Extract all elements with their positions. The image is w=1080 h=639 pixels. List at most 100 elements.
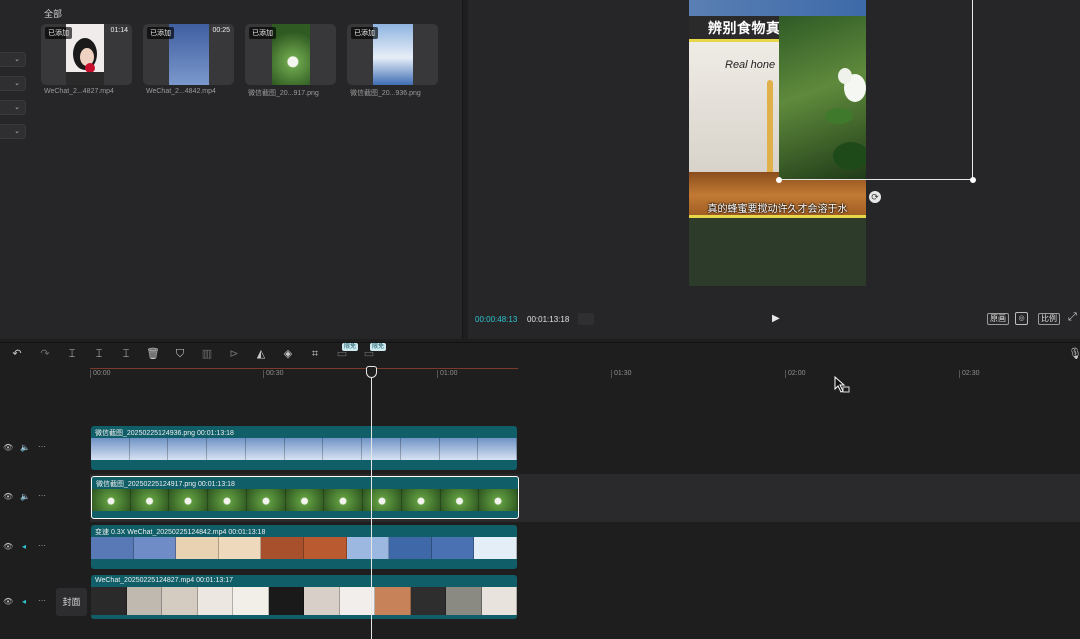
ruler-tick-label: 00:30 bbox=[266, 370, 284, 377]
more-icon[interactable]: ··· bbox=[38, 491, 46, 500]
added-badge: 已添加 bbox=[45, 27, 72, 39]
eye-icon[interactable]: 👁 bbox=[3, 443, 13, 452]
media-thumbnail bbox=[373, 24, 413, 85]
media-thumbnail bbox=[169, 24, 209, 85]
rotate-icon[interactable]: ⟳ bbox=[869, 191, 881, 203]
media-name-2: WeChat_2...4842.mp4 bbox=[146, 88, 216, 95]
quality-button[interactable]: 原画 bbox=[987, 313, 1009, 325]
media-card-4[interactable]: 已添加 bbox=[347, 24, 438, 85]
ruler-tick-label: 00:00 bbox=[93, 370, 111, 377]
ruler-tick bbox=[263, 370, 264, 378]
freeze-icon[interactable]: ▥ bbox=[200, 347, 214, 361]
total-time: 00:01:13:18 bbox=[527, 315, 570, 324]
filter-dropdown-1[interactable]: ⌄ bbox=[0, 52, 26, 67]
frame-subtitle: 真的蜂蜜要搅动许久才会溶于水 bbox=[707, 204, 848, 215]
ruler-tick bbox=[611, 370, 612, 378]
selection-box[interactable] bbox=[779, 0, 973, 180]
media-section-title: 全部 bbox=[44, 9, 63, 19]
frame-overlay-text: Real hone bbox=[725, 59, 776, 71]
speaker-icon[interactable]: 🔈 bbox=[20, 492, 30, 501]
chevron-down-icon: ⌄ bbox=[14, 80, 20, 87]
mouse-cursor-icon bbox=[834, 376, 850, 393]
chevron-down-icon: ⌄ bbox=[14, 128, 20, 135]
clip-label: 微信截图_20250225124936.png 00:01:13:18 bbox=[95, 430, 234, 437]
timeline-clip-2[interactable]: 微信截图_20250225124917.png 00:01:13:18 bbox=[91, 476, 519, 519]
speaker-icon[interactable]: 🔈 bbox=[20, 443, 30, 452]
media-card-2[interactable]: 已添加 00:25 bbox=[143, 24, 234, 85]
timeline-clip-4[interactable]: WeChat_20250225124827.mp4 00:01:13:17 bbox=[91, 575, 517, 619]
delete-icon[interactable]: 🗑 bbox=[146, 347, 160, 361]
more-icon[interactable]: ··· bbox=[38, 541, 46, 550]
cover-button[interactable]: 封面 bbox=[56, 588, 87, 616]
ruler-tick-label: 02:30 bbox=[962, 370, 980, 377]
chevron-down-icon: ⌄ bbox=[14, 104, 20, 111]
timeline-toolbar bbox=[0, 342, 1080, 368]
clip-label: 变速 0.3X WeChat_20250225124842.mp4 00:01:… bbox=[95, 529, 266, 536]
filter-dropdown-4[interactable]: ⌄ bbox=[0, 124, 26, 139]
ruler-tick bbox=[437, 370, 438, 378]
crop-icon[interactable]: ⌗ bbox=[308, 347, 322, 361]
ruler-tick-label: 01:30 bbox=[614, 370, 632, 377]
ratio-button[interactable]: 比例 bbox=[1038, 313, 1060, 325]
added-badge: 已添加 bbox=[351, 27, 378, 39]
rotate-clip-icon[interactable]: ◈ bbox=[281, 347, 295, 361]
added-badge: 已添加 bbox=[249, 27, 276, 39]
frame-subtitle-bar bbox=[689, 215, 866, 218]
honey-drip bbox=[767, 80, 773, 180]
ruler-tick bbox=[785, 370, 786, 378]
reverse-icon[interactable]: ⊳ bbox=[227, 347, 241, 361]
microphone-icon[interactable]: 🎙 bbox=[1068, 347, 1080, 361]
clip-label: WeChat_20250225124827.mp4 00:01:13:17 bbox=[95, 577, 234, 584]
timeline-clip-1[interactable]: 微信截图_20250225124936.png 00:01:13:18 bbox=[91, 426, 517, 470]
more-icon[interactable]: ··· bbox=[38, 442, 46, 451]
audio-muted-icon[interactable]: ◂ bbox=[22, 542, 26, 551]
clip-thumbnails bbox=[91, 587, 517, 615]
zoom-fit-icon[interactable]: ◎ bbox=[1015, 312, 1028, 325]
clip-thumbnails bbox=[91, 537, 517, 559]
audio-muted-icon[interactable]: ◂ bbox=[22, 597, 26, 606]
media-card-1[interactable]: 已添加 01:14 bbox=[41, 24, 132, 85]
playhead-handle[interactable] bbox=[366, 366, 377, 378]
split-icon[interactable]: ⌶ bbox=[65, 347, 79, 361]
resize-handle-br[interactable] bbox=[970, 177, 976, 183]
clip-thumbnails bbox=[91, 438, 517, 460]
play-button[interactable]: ▶ bbox=[772, 313, 780, 324]
ruler-tick-label: 02:00 bbox=[788, 370, 806, 377]
current-time: 00:00:48:13 bbox=[475, 315, 518, 324]
split-left-icon[interactable]: ⌶ bbox=[92, 347, 106, 361]
chevron-down-icon: ⌄ bbox=[14, 56, 20, 63]
filter-dropdown-3[interactable]: ⌄ bbox=[0, 100, 26, 115]
mirror-icon[interactable]: ◭ bbox=[254, 347, 268, 361]
redo-icon[interactable]: ↷ bbox=[38, 347, 52, 361]
split-right-icon[interactable]: ⌶ bbox=[119, 347, 133, 361]
free-badge-1: 限免 bbox=[342, 343, 359, 351]
media-duration: 01:14 bbox=[110, 27, 128, 34]
eye-icon[interactable]: 👁 bbox=[3, 492, 13, 501]
undo-icon[interactable]: ↶ bbox=[10, 347, 24, 361]
media-name-1: WeChat_2...4827.mp4 bbox=[44, 88, 114, 95]
media-card-3[interactable]: 已添加 bbox=[245, 24, 336, 85]
media-duration: 00:25 bbox=[212, 27, 230, 34]
more-icon[interactable]: ··· bbox=[38, 596, 46, 605]
grid-icon[interactable] bbox=[578, 313, 594, 325]
clip-thumbnails bbox=[92, 489, 518, 511]
media-name-3: 微信截图_20...917.png bbox=[248, 90, 319, 97]
clip-label: 微信截图_20250225124917.png 00:01:13:18 bbox=[96, 481, 235, 488]
eye-icon[interactable]: 👁 bbox=[3, 597, 13, 606]
eye-icon[interactable]: 👁 bbox=[3, 542, 13, 551]
fullscreen-icon[interactable]: ⤢ bbox=[1068, 311, 1077, 324]
media-thumbnail bbox=[272, 24, 310, 85]
ruler-tick bbox=[90, 370, 91, 378]
free-badge-2: 限免 bbox=[370, 343, 387, 351]
media-name-4: 微信截图_20...936.png bbox=[350, 90, 421, 97]
ruler-tick-label: 01:00 bbox=[440, 370, 458, 377]
time-ruler[interactable] bbox=[90, 368, 1080, 382]
ruler-range bbox=[90, 368, 518, 369]
playhead-line[interactable] bbox=[371, 374, 372, 639]
resize-handle-bl[interactable] bbox=[776, 177, 782, 183]
timeline-clip-3[interactable]: 变速 0.3X WeChat_20250225124842.mp4 00:01:… bbox=[91, 525, 517, 569]
filter-dropdown-2[interactable]: ⌄ bbox=[0, 76, 26, 91]
added-badge: 已添加 bbox=[147, 27, 174, 39]
ruler-tick bbox=[959, 370, 960, 378]
shield-icon[interactable]: ⛉ bbox=[173, 347, 187, 361]
